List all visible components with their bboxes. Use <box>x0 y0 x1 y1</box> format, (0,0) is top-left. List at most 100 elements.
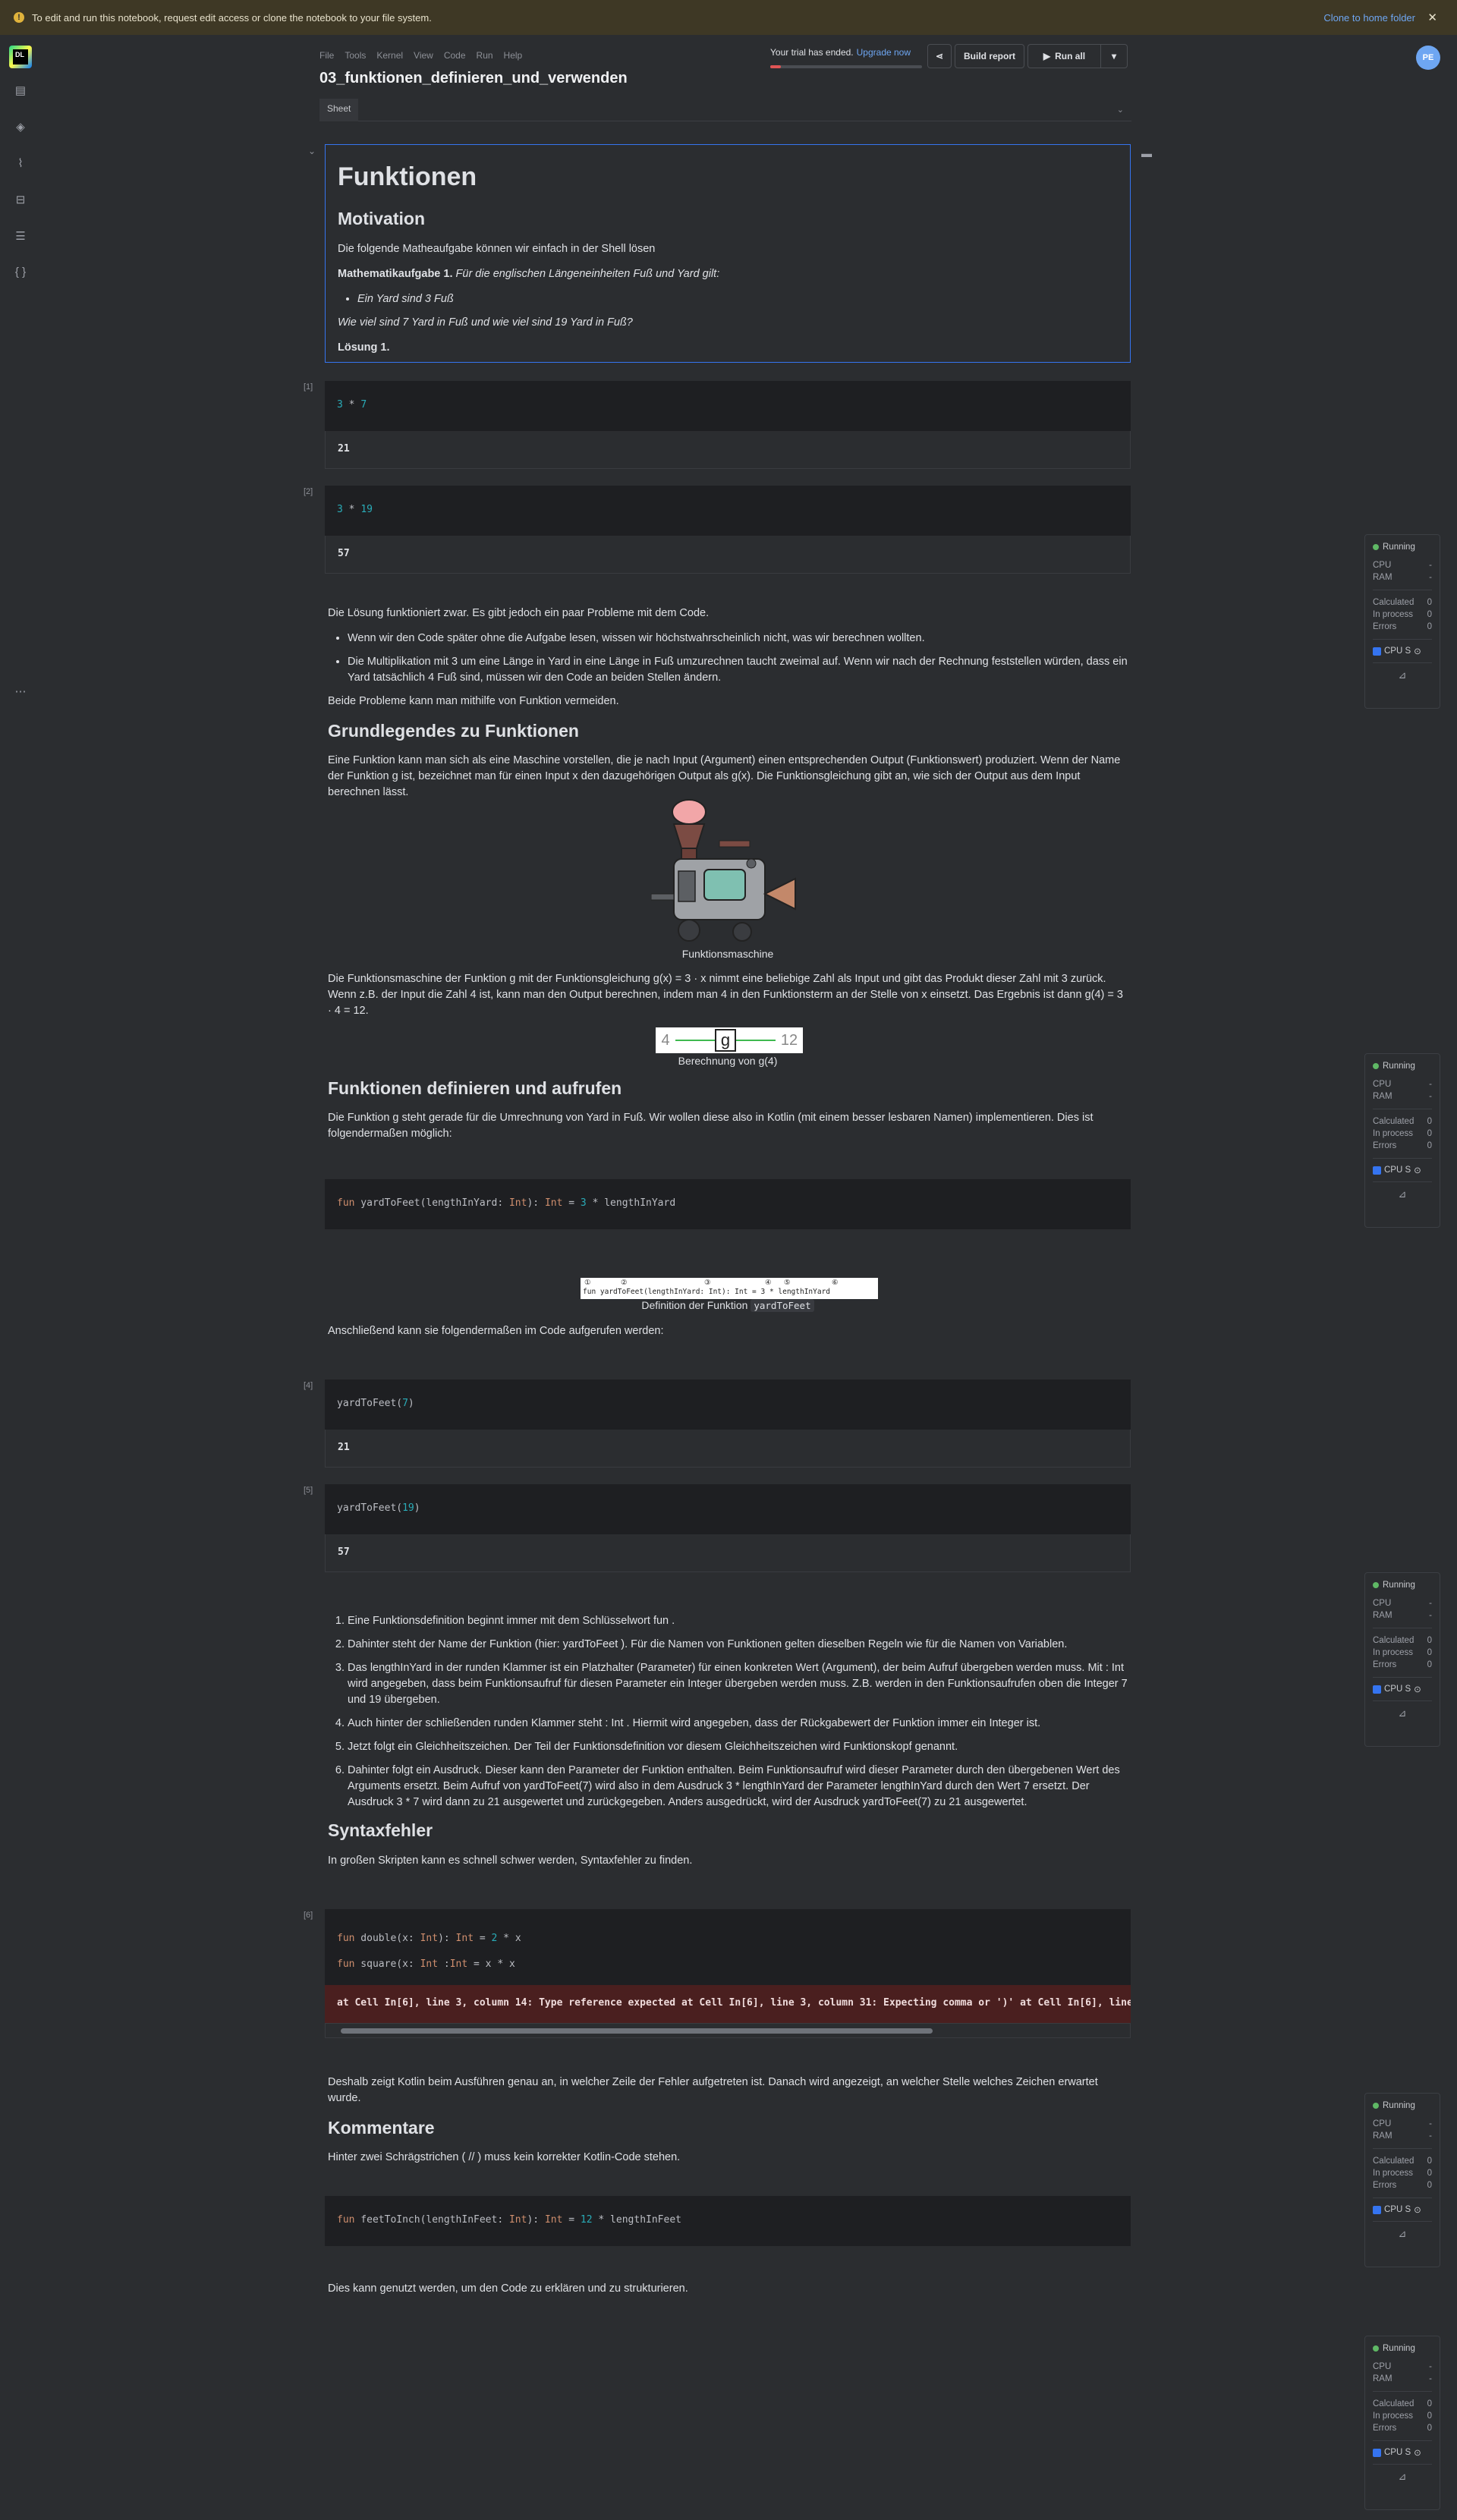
scrollbar-thumb[interactable] <box>341 2028 933 2034</box>
checkbox[interactable] <box>1373 1685 1381 1694</box>
sheet-tab[interactable]: Sheet <box>319 98 359 121</box>
cell-number: [6] <box>304 1911 313 1920</box>
question: Wie viel sind 7 Yard in Fuß und wie viel… <box>338 316 633 329</box>
upgrade-link[interactable]: Upgrade now <box>857 47 911 58</box>
cpu-toggle[interactable]: CPU S ⊙ <box>1373 646 1432 656</box>
build-report-button[interactable]: Build report <box>955 44 1024 68</box>
image-caption: Definition der Funktion yardToFeet <box>325 1299 1131 1312</box>
datalore-logo[interactable]: DL <box>9 46 32 68</box>
checkbox[interactable] <box>1373 1166 1381 1175</box>
code-cell[interactable]: yardToFeet(7) 21 <box>325 1380 1131 1468</box>
markdown-cell-define[interactable]: Funktionen definieren und aufrufen Die F… <box>325 1076 1131 1151</box>
settings-icon[interactable]: ⊙ <box>1414 2447 1421 2458</box>
markdown-cell-final[interactable]: Dies kann genutzt werden, um den Code zu… <box>325 2281 1131 2306</box>
function-machine-image <box>650 795 803 947</box>
checkbox[interactable] <box>1373 2205 1381 2214</box>
cpu-toggle[interactable]: CPU S ⊙ <box>1373 1165 1432 1175</box>
edit-access-banner: ! To edit and run this notebook, request… <box>0 0 1457 35</box>
list-item: Dahinter folgt ein Ausdruck. Dieser kann… <box>348 1763 1128 1811</box>
list-item: Ein Yard sind 3 Fuß <box>357 291 1118 307</box>
collapse-chevron[interactable]: ⌄ <box>308 146 316 156</box>
markdown-cell-functions[interactable]: Die Lösung funktioniert zwar. Es gibt je… <box>325 606 1131 810</box>
chart-icon[interactable]: ⊿ <box>1373 669 1432 681</box>
list-item: Die Multiplikation mit 3 um eine Länge i… <box>348 654 1128 686</box>
kernel-status-panel: Running CPU - RAM - Calculated 0 In process… <box>1364 2336 1440 2510</box>
menu-help[interactable]: Help <box>504 50 523 61</box>
list-item: Eine Funktionsdefinition beginnt immer m… <box>348 1613 1128 1629</box>
avatar[interactable]: PE <box>1416 46 1440 70</box>
chart-icon[interactable]: ⊿ <box>1373 1188 1432 1200</box>
paragraph: Dies kann genutzt werden, um den Code zu… <box>328 2282 688 2295</box>
solution: Lösung 1. <box>338 341 390 354</box>
attachment-icon[interactable]: ⌇ <box>13 156 28 171</box>
cpu-toggle[interactable]: CPU S ⊙ <box>1373 2447 1432 2458</box>
notebook-title[interactable]: 03_funktionen_definieren_und_verwenden <box>319 70 628 87</box>
code-editor[interactable]: yardToFeet(7) <box>325 1380 1131 1430</box>
sheet-tabs: Sheet ⌄ <box>319 98 1131 121</box>
code-cell[interactable]: fun double(x: Int): Int = 2 * x fun squa… <box>325 1909 1131 2038</box>
status-dot <box>1373 1063 1379 1069</box>
arrow-right-icon <box>736 1040 776 1041</box>
settings-icon[interactable]: ⊙ <box>1414 1165 1421 1175</box>
function-definition-image: ① ② ③ ④ ⑤ ⑥ fun yardToFeet(lengthInYard:… <box>581 1278 878 1299</box>
code-editor[interactable]: yardToFeet(19) <box>325 1484 1131 1534</box>
trial-progress-fill <box>770 65 781 68</box>
warning-icon: ! <box>14 12 24 23</box>
chart-icon[interactable]: ⊿ <box>1373 1707 1432 1719</box>
close-icon[interactable]: ✕ <box>1427 11 1437 24</box>
notebook-icon[interactable]: ▤ <box>13 83 28 99</box>
code-cell[interactable]: 3 * 7 21 <box>325 381 1131 469</box>
outline-icon[interactable]: ☰ <box>13 229 28 244</box>
paragraph: In großen Skripten kann es schnell schwe… <box>328 1854 693 1867</box>
code-editor[interactable]: 3 * 19 <box>325 486 1131 536</box>
run-all-button[interactable]: ▶ Run all <box>1027 44 1100 68</box>
list-item: Auch hinter der schließenden runden Klam… <box>348 1716 1128 1732</box>
markdown-cell-comments[interactable]: Deshalb zeigt Kotlin beim Ausführen gena… <box>325 2075 1131 2175</box>
kernel-status-panel: Running CPU - RAM - Calculated 0 In process… <box>1364 534 1440 709</box>
code-cell[interactable]: yardToFeet(19) 57 <box>325 1484 1131 1572</box>
variables-icon[interactable]: { } <box>13 266 28 281</box>
code-editor[interactable]: 3 * 7 <box>325 381 1131 431</box>
database-icon[interactable]: ⊟ <box>13 193 28 208</box>
code-cell[interactable]: fun yardToFeet(lengthInYard: Int): Int =… <box>325 1179 1131 1229</box>
heading-syntaxfehler: Syntaxfehler <box>328 1820 433 1841</box>
settings-icon[interactable]: ⊙ <box>1414 646 1421 656</box>
menu-code[interactable]: Code <box>444 50 466 61</box>
trial-text: Your trial has ended. <box>770 47 854 58</box>
cpu-toggle[interactable]: CPU S ⊙ <box>1373 1684 1432 1694</box>
layers-icon[interactable]: ◈ <box>13 120 28 135</box>
cpu-toggle[interactable]: CPU S ⊙ <box>1373 2204 1432 2215</box>
chart-icon[interactable]: ⊿ <box>1373 2228 1432 2240</box>
menu-run[interactable]: Run <box>477 50 493 61</box>
run-options-dropdown[interactable]: ▾ <box>1100 44 1128 68</box>
menu-file[interactable]: File <box>319 50 334 61</box>
more-icon[interactable]: ⋯ <box>13 684 28 700</box>
settings-icon[interactable]: ⊙ <box>1414 2204 1421 2215</box>
menu-view[interactable]: View <box>414 50 433 61</box>
menu-tools[interactable]: Tools <box>345 50 366 61</box>
chevron-down-icon[interactable]: ⌄ <box>1117 105 1124 115</box>
heading-motivation: Motivation <box>338 209 425 229</box>
menu-kernel[interactable]: Kernel <box>376 50 403 61</box>
kernel-running: Running <box>1373 1062 1432 1071</box>
markdown-cell-call[interactable]: Anschließend kann sie folgendermaßen im … <box>325 1323 1131 1348</box>
cell-output: 21 <box>325 431 1131 469</box>
horizontal-scrollbar[interactable] <box>325 2023 1131 2038</box>
code-cell[interactable]: fun feetToInch(lengthInFeet: Int): Int =… <box>325 2196 1131 2246</box>
chart-icon[interactable]: ⊿ <box>1373 2471 1432 2483</box>
comment-icon[interactable]: ▬ <box>1141 147 1152 159</box>
kernel-status-panel: Running CPU - RAM - Calculated 0 In process… <box>1364 2093 1440 2267</box>
checkbox[interactable] <box>1373 2448 1381 2457</box>
paragraph: Die Funktionsmaschine der Funktion g mit… <box>328 973 1123 1018</box>
markdown-cell-explanation[interactable]: Eine Funktionsdefinition beginnt immer m… <box>325 1613 1131 1878</box>
settings-icon[interactable]: ⊙ <box>1414 1684 1421 1694</box>
share-button[interactable]: ⋖ <box>927 44 952 68</box>
checkbox[interactable] <box>1373 647 1381 656</box>
clone-to-home-link[interactable]: Clone to home folder <box>1323 12 1415 24</box>
code-cell[interactable]: 3 * 19 57 <box>325 486 1131 574</box>
code-editor[interactable]: fun double(x: Int): Int = 2 * x fun squa… <box>325 1909 1131 1985</box>
markdown-cell-intro[interactable]: Funktionen Motivation Die folgende Mathe… <box>325 144 1131 363</box>
markdown-cell-machine[interactable]: Die Funktionsmaschine der Funktion g mit… <box>325 971 1131 1028</box>
paragraph: Die Funktion g steht gerade für die Umre… <box>328 1112 1094 1140</box>
diagram-output: 12 <box>780 1031 798 1049</box>
